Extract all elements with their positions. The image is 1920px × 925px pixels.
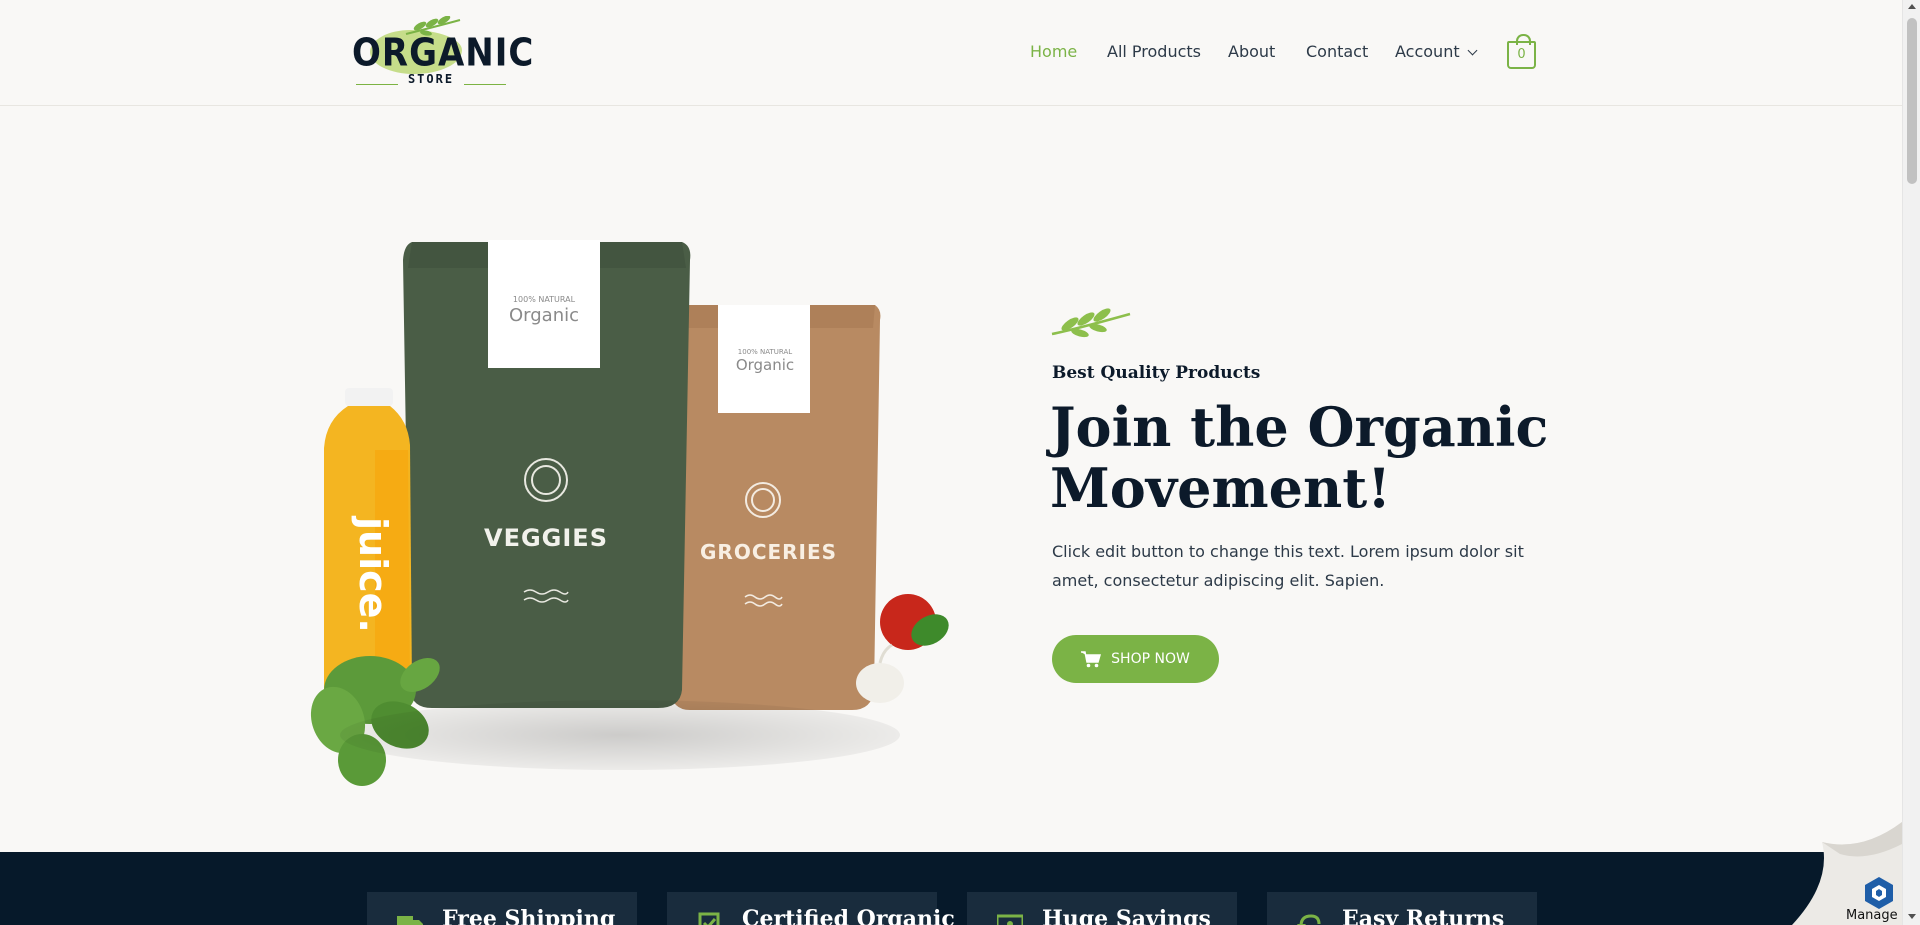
kraft-bag-label: Organic bbox=[735, 356, 795, 374]
manage-consent-widget[interactable]: Manage bbox=[1792, 822, 1902, 925]
leaf-branch-icon bbox=[1051, 308, 1131, 338]
feature-card-savings: Huge Savings bbox=[967, 892, 1237, 925]
feature-title: Free Shipping bbox=[442, 906, 616, 925]
nav-item-all-products[interactable]: All Products bbox=[1107, 42, 1201, 61]
cart-icon bbox=[1081, 650, 1102, 667]
green-bag-seal-text: 100% NATURAL bbox=[512, 295, 576, 304]
logo-rule-right bbox=[464, 84, 506, 85]
feature-card-shipping: Free Shipping bbox=[367, 892, 637, 925]
feature-title: Certified Organic bbox=[742, 906, 955, 925]
feature-title: Huge Savings bbox=[1042, 906, 1211, 925]
truck-icon bbox=[397, 916, 423, 925]
manage-label: Manage bbox=[1846, 908, 1898, 923]
kraft-bag-name: GROCERIES bbox=[700, 540, 838, 564]
certificate-icon bbox=[698, 912, 720, 925]
green-bag-label: Organic bbox=[508, 305, 579, 326]
nav-item-account-label: Account bbox=[1395, 42, 1460, 61]
nav-item-contact[interactable]: Contact bbox=[1306, 42, 1368, 61]
feature-card-organic: Certified Organic bbox=[667, 892, 955, 925]
chevron-down-icon bbox=[1467, 45, 1478, 56]
hero-description: Click edit button to change this text. L… bbox=[1052, 542, 1524, 590]
vertical-scrollbar[interactable] bbox=[1902, 0, 1920, 925]
cart-count: 0 bbox=[1517, 47, 1526, 62]
shop-now-label: SHOP NOW bbox=[1111, 651, 1190, 667]
nav-item-account[interactable]: Account bbox=[1395, 42, 1478, 61]
scroll-down-arrow-icon[interactable] bbox=[1908, 914, 1916, 919]
green-bag-name: VEGGIES bbox=[484, 524, 608, 552]
hero-headline-line2: Movement! bbox=[1050, 456, 1391, 520]
hero-headline-line1: Join the Organic bbox=[1050, 395, 1549, 459]
feature-card-returns: Easy Returns bbox=[1267, 892, 1537, 925]
product-shadow bbox=[340, 700, 900, 770]
nav-item-home[interactable]: Home bbox=[1030, 42, 1077, 61]
bottle-label: juice. bbox=[351, 517, 395, 633]
hero-product-image: 100% NATURAL Organic VEGGIES 100% NATURA… bbox=[300, 220, 950, 790]
shop-now-button[interactable]: SHOP NOW bbox=[1052, 635, 1219, 683]
scroll-up-arrow-icon[interactable] bbox=[1908, 4, 1916, 9]
hero-headline: Join the Organic Movement! bbox=[1050, 397, 1610, 519]
return-icon bbox=[1297, 914, 1321, 925]
cart-button[interactable]: 0 bbox=[1507, 34, 1536, 69]
site-header: ORGANIC STORE Home All Products About Co… bbox=[0, 0, 1902, 106]
hero-eyebrow: Best Quality Products bbox=[1052, 363, 1261, 383]
main-nav: Home All Products About Contact Account bbox=[0, 42, 1902, 64]
scroll-thumb[interactable] bbox=[1907, 18, 1917, 184]
feature-title: Easy Returns bbox=[1342, 906, 1505, 925]
features-band: Free Shipping Certified Organic Huge Sav… bbox=[0, 852, 1902, 925]
money-icon bbox=[997, 914, 1023, 925]
kraft-bag-seal-text: 100% NATURAL bbox=[737, 348, 793, 356]
nav-item-about[interactable]: About bbox=[1228, 42, 1275, 61]
